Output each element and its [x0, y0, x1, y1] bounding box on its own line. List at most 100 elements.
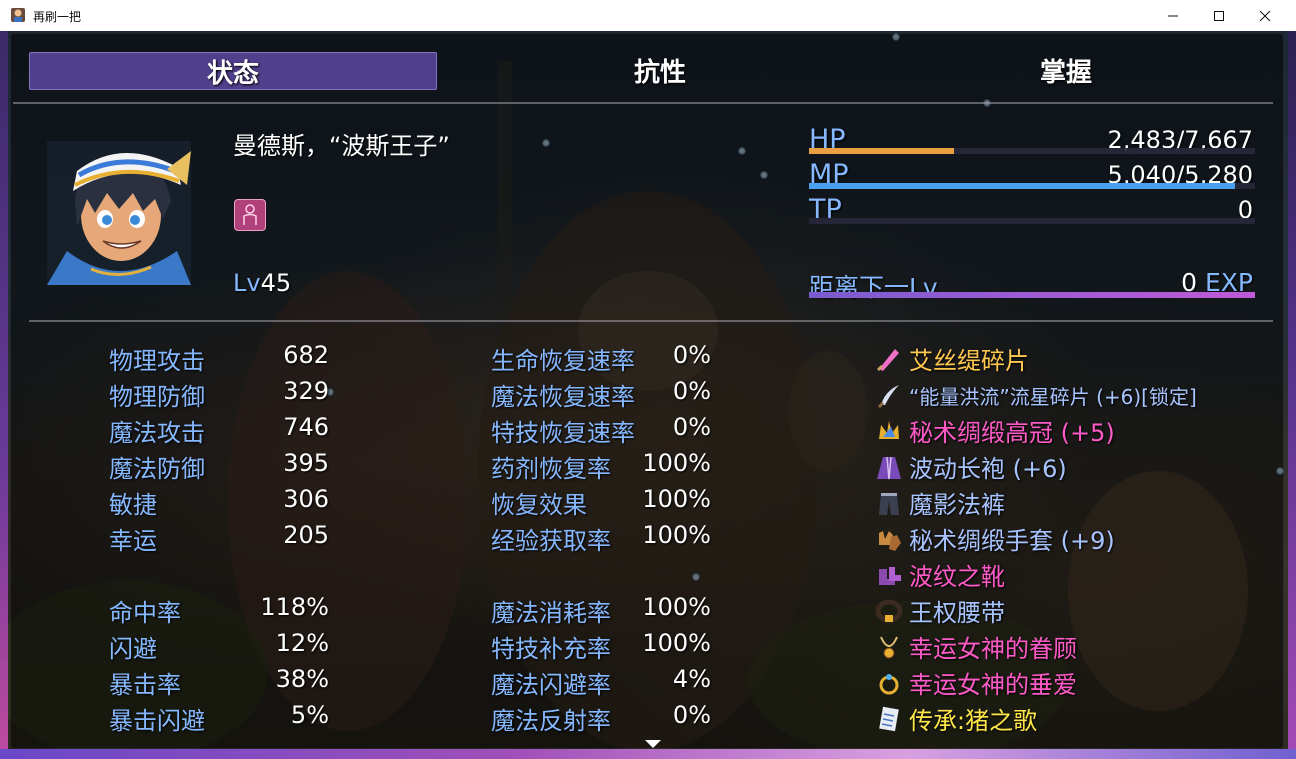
boots-icon — [879, 567, 901, 585]
stat-name: 魔法反射率 — [491, 707, 611, 735]
tab-mastery[interactable]: 掌握 — [863, 52, 1269, 88]
stat-value: 100% — [642, 521, 711, 549]
stat-name: 暴击率 — [109, 671, 181, 699]
tab-resistance[interactable]: 抗性 — [457, 52, 863, 88]
equip-name: “能量洪流”流星碎片 (+6)[锁定] — [909, 385, 1197, 409]
level-value: 45 — [260, 269, 292, 297]
stat-value: 395 — [283, 449, 329, 477]
equip-name: 传承:猪之歌 — [909, 707, 1038, 735]
stat-row: 暴击率 38% — [109, 665, 329, 701]
equip-name: 王权腰带 — [909, 599, 1005, 627]
tab-mastery-label: 掌握 — [1039, 57, 1092, 88]
minimize-button[interactable] — [1150, 0, 1196, 31]
character-portrait — [47, 141, 191, 285]
gloves-icon — [879, 531, 901, 551]
stat-row: 魔法防御 395 — [109, 449, 329, 485]
necklace-icon — [880, 636, 898, 659]
maximize-icon — [1214, 11, 1224, 21]
tab-status[interactable]: 状态 — [29, 52, 437, 90]
tp-gauge: TP 0 — [809, 194, 1255, 228]
equip-name: 幸运女神的垂爱 — [909, 671, 1077, 699]
stat-value: 0% — [672, 413, 711, 441]
pants-icon — [879, 493, 899, 515]
app-icon — [11, 8, 25, 22]
mp-fill — [809, 183, 1235, 189]
stat-value: 100% — [642, 449, 711, 477]
stat-name: 命中率 — [109, 599, 181, 627]
stat-name: 魔法闪避率 — [491, 671, 611, 699]
stat-row: 命中率 118% — [109, 593, 329, 629]
stat-name: 特技恢复速率 — [491, 419, 635, 447]
stat-row: 魔法攻击 746 — [109, 413, 329, 449]
stat-row: 敏捷 306 — [109, 485, 329, 521]
stat-name: 恢复效果 — [491, 491, 587, 519]
crown-icon — [879, 421, 899, 439]
ring-icon — [879, 674, 899, 695]
stat-value: 205 — [283, 521, 329, 549]
hp-track — [809, 148, 1255, 154]
stat-row: 经验获取率 100% — [491, 521, 711, 557]
stat-value: 100% — [642, 485, 711, 513]
equip-name: 波纹之靴 — [909, 563, 1005, 591]
desktop-edge-left — [0, 31, 8, 759]
person-icon — [243, 204, 257, 225]
stat-value: 100% — [642, 629, 711, 657]
equip-name: 秘术绸缎高冠 (+5) — [909, 419, 1115, 447]
exp-gauge: 距离下一Lv 0 EXP — [809, 268, 1255, 302]
stat-value: 12% — [275, 629, 329, 657]
stat-value: 100% — [642, 593, 711, 621]
tab-status-label: 状态 — [206, 58, 259, 89]
stat-row: 魔法闪避率 4% — [491, 665, 711, 701]
hp-gauge: HP 2,483/7,667 — [809, 124, 1255, 158]
equip-name: 魔影法裤 — [909, 491, 1005, 519]
stat-row: 特技补充率 100% — [491, 629, 711, 665]
stat-row: 物理攻击 682 — [109, 341, 329, 377]
stat-row: 魔法消耗率 100% — [491, 593, 711, 629]
stat-row: 药剂恢复率 100% — [491, 449, 711, 485]
maximize-button[interactable] — [1196, 0, 1242, 31]
exp-track — [809, 292, 1255, 298]
robe-icon — [877, 456, 901, 480]
desktop-edge-bottom — [0, 749, 1296, 759]
mp-track — [809, 183, 1255, 189]
stat-row: 闪避 12% — [109, 629, 329, 665]
belt-icon — [875, 599, 903, 623]
stat-name: 魔法消耗率 — [491, 599, 611, 627]
stat-row: 物理防御 329 — [109, 377, 329, 413]
stat-row: 暴击闪避 5% — [109, 701, 329, 737]
close-icon — [1259, 10, 1271, 22]
tp-track — [809, 218, 1255, 224]
stat-name: 敏捷 — [109, 491, 157, 519]
state-person-icon — [234, 199, 266, 231]
equip-name: 波动长袍 (+6) — [909, 455, 1067, 483]
character-level: Lv45 — [233, 269, 291, 297]
scroll-icon — [879, 706, 899, 732]
stat-row: 幸运 205 — [109, 521, 329, 557]
stat-value: 4% — [672, 665, 711, 693]
stat-row: 特技恢复速率 0% — [491, 413, 711, 449]
tab-resistance-label: 抗性 — [633, 57, 686, 88]
close-button[interactable] — [1242, 0, 1288, 31]
scroll-down-icon[interactable] — [644, 739, 662, 749]
mp-gauge: MP 5,040/5,280 — [809, 159, 1255, 193]
section-divider — [29, 320, 1273, 322]
stat-value: 329 — [283, 377, 329, 405]
equip-name: 秘术绸缎手套 (+9) — [909, 527, 1115, 555]
stat-name: 物理攻击 — [109, 347, 205, 375]
stat-name: 生命恢复速率 — [491, 347, 635, 375]
minimize-icon — [1168, 15, 1178, 17]
equip-name: 艾丝缇碎片 — [909, 347, 1029, 375]
character-name: 曼德斯，“波斯王子” — [233, 132, 450, 160]
desktop-edge-right — [1288, 31, 1296, 759]
stat-name: 闪避 — [109, 635, 157, 663]
status-window: 状态 抗性 掌握 曼德斯，“波斯王子” Lv45 HP 2,483/7,667 … — [10, 33, 1284, 749]
stat-name: 药剂恢复率 — [491, 455, 611, 483]
window-titlebar: 再刷一把 — [0, 0, 1296, 32]
stat-name: 物理防御 — [109, 383, 205, 411]
stat-value: 682 — [283, 341, 329, 369]
curved-blade-icon — [877, 385, 899, 409]
stat-name: 魔法攻击 — [109, 419, 205, 447]
stat-name: 暴击闪避 — [109, 707, 205, 735]
crystal-sword-icon — [876, 349, 899, 372]
stat-value: 5% — [290, 701, 329, 729]
